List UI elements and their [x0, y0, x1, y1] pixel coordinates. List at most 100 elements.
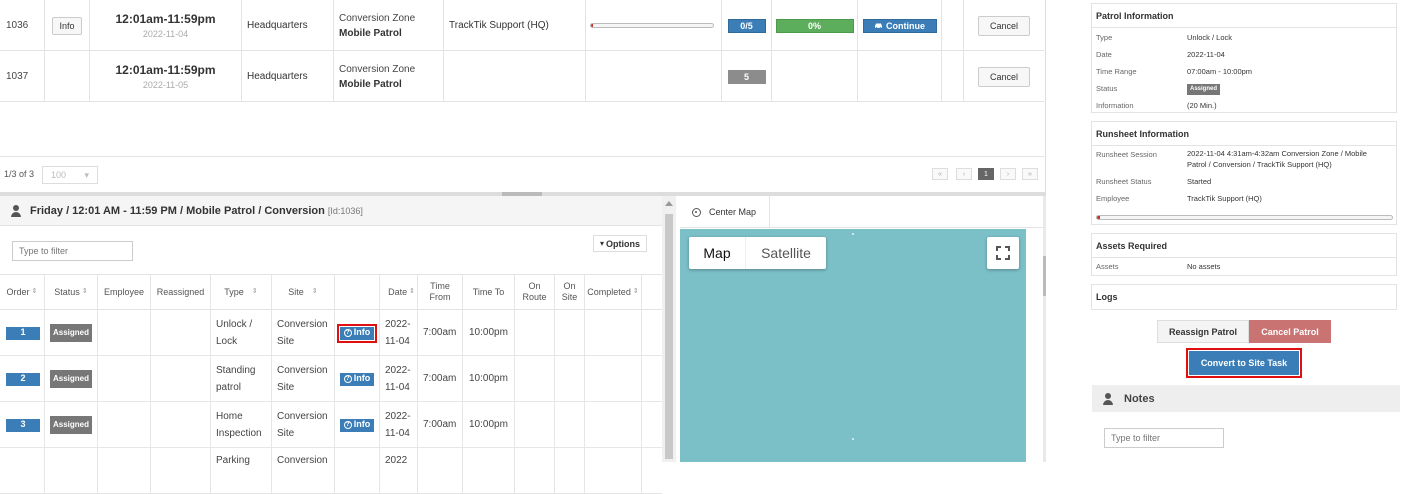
- options-button[interactable]: ▾ Options: [593, 235, 647, 252]
- column-header-reassigned[interactable]: Reassigned: [151, 274, 211, 310]
- on-route-cell: [515, 310, 555, 356]
- checkpoint-count-badge: 5: [727, 69, 766, 84]
- info-label: Info: [353, 373, 371, 384]
- on-site-cell: [555, 310, 585, 356]
- info-button[interactable]: ? Info: [339, 418, 375, 432]
- logs-card[interactable]: Logs: [1091, 284, 1397, 310]
- type-cell: Unlock / Lock: [211, 310, 272, 356]
- cancel-patrol-button[interactable]: Cancel Patrol: [1249, 320, 1331, 343]
- time-cell: 12:01am-11:59pm 2022-11-04: [90, 0, 242, 51]
- column-header-employee[interactable]: Employee: [98, 274, 151, 310]
- card-title: Assets Required: [1092, 234, 1396, 258]
- continue-cell: Continue: [858, 0, 942, 51]
- column-header-on-site[interactable]: On Site: [555, 274, 585, 310]
- page-size-select[interactable]: 100 ▾: [42, 166, 98, 184]
- site-name: Headquarters: [242, 0, 334, 51]
- info-button[interactable]: Info: [52, 16, 82, 35]
- checkpoint-filter-input[interactable]: [12, 241, 133, 261]
- notes-filter-input[interactable]: [1104, 428, 1224, 448]
- status-cell: [45, 448, 98, 494]
- column-header-completed[interactable]: Completed ⇕: [585, 274, 642, 310]
- fullscreen-button[interactable]: [987, 237, 1019, 269]
- continue-button[interactable]: Continue: [862, 18, 937, 33]
- info-cell: ? Info: [335, 310, 380, 356]
- table-row[interactable]: 1 Assigned Unlock / Lock Conversion Site…: [0, 310, 662, 356]
- satellite-view-button[interactable]: Satellite: [745, 237, 826, 269]
- info-key: Employee: [1096, 194, 1130, 203]
- crosshair-icon: [692, 207, 701, 217]
- cancel-button[interactable]: Cancel: [978, 66, 1030, 87]
- convert-to-site-task-button[interactable]: Convert to Site Task: [1186, 348, 1302, 378]
- assignee-name: [444, 51, 586, 102]
- map-view-button[interactable]: Map: [689, 237, 745, 269]
- empty-cell: [942, 51, 964, 102]
- current-page-button[interactable]: 1: [978, 168, 994, 180]
- progress-cell: [586, 0, 722, 51]
- zone-cell: Conversion Zone Mobile Patrol: [334, 0, 444, 51]
- options-label: Options: [606, 238, 640, 249]
- column-header-status[interactable]: Status ⇕: [45, 274, 98, 310]
- detail-title: Friday / 12:01 AM - 11:59 PM / Mobile Pa…: [30, 205, 363, 217]
- time-box: 12:01am-11:59pm 2022-11-04: [94, 5, 237, 46]
- info-value: Started: [1187, 177, 1212, 186]
- reassign-patrol-button[interactable]: Reassign Patrol: [1157, 320, 1249, 343]
- info-value: No assets: [1187, 262, 1221, 271]
- scrollbar-thumb[interactable]: [1043, 256, 1046, 296]
- employee-cell: [98, 356, 151, 402]
- info-button[interactable]: ? Info: [336, 323, 378, 343]
- site-name: Headquarters: [242, 51, 334, 102]
- info-button[interactable]: ? Info: [339, 372, 375, 386]
- time-from-cell: 7:00am: [418, 402, 463, 448]
- sort-icon: ⇕: [81, 287, 88, 295]
- fullscreen-icon: [1005, 246, 1010, 251]
- table-row[interactable]: Parking Conversion 2022: [0, 448, 662, 494]
- column-header-date[interactable]: Date ⇕: [380, 274, 418, 310]
- map-canvas[interactable]: Map Satellite: [680, 229, 1026, 462]
- cancel-button[interactable]: Cancel: [978, 15, 1030, 36]
- detail-title-text: Friday / 12:01 AM - 11:59 PM / Mobile Pa…: [30, 204, 325, 217]
- detail-scrollbar[interactable]: [662, 196, 676, 462]
- column-header-on-route[interactable]: On Route: [515, 274, 555, 310]
- patrol-date: 2022-11-05: [142, 80, 189, 90]
- scrollbar-thumb[interactable]: [665, 214, 673, 459]
- sort-icon: ⇕: [311, 287, 318, 295]
- info-cell: ? Info: [335, 402, 380, 448]
- type-cell: Parking: [211, 448, 272, 494]
- table-row[interactable]: 3 Assigned Home Inspection Conversion Si…: [0, 402, 662, 448]
- column-header-type[interactable]: Type ⇕: [211, 274, 272, 310]
- on-route-cell: [515, 402, 555, 448]
- checkpoint-count-badge: 0/5: [727, 18, 766, 33]
- column-header-order[interactable]: Order ⇕: [0, 274, 45, 310]
- runsheet-progress-bar: [1096, 215, 1393, 220]
- table-row[interactable]: 1037 12:01am-11:59pm 2022-11-05 Headquar…: [0, 51, 1044, 102]
- table-row[interactable]: 1036 Info 12:01am-11:59pm 2022-11-04 Hea…: [0, 0, 1044, 51]
- sort-icon: ⇕: [251, 287, 258, 295]
- date-cell: 2022-11-04: [380, 310, 418, 356]
- header-label: On Site: [561, 281, 578, 302]
- column-header-site[interactable]: Site ⇕: [272, 274, 335, 310]
- type-cell: Home Inspection: [211, 402, 272, 448]
- first-page-icon[interactable]: «: [932, 168, 948, 180]
- prev-page-icon[interactable]: ‹: [956, 168, 972, 180]
- info-key: Time Range: [1096, 67, 1137, 76]
- time-to-cell: 10:00pm: [463, 356, 515, 402]
- info-key: Status: [1096, 84, 1118, 93]
- table-row[interactable]: 2 Assigned Standing patrol Conversion Si…: [0, 356, 662, 402]
- column-header-time-from[interactable]: Time From: [418, 274, 463, 310]
- center-map-button[interactable]: Center Map: [680, 196, 770, 228]
- percent-badge: 0%: [775, 18, 854, 33]
- scroll-up-icon[interactable]: [665, 201, 673, 206]
- info-value: Assigned: [1187, 83, 1387, 95]
- fullscreen-icon: [996, 246, 1001, 251]
- column-header-time-to[interactable]: Time To: [463, 274, 515, 310]
- continue-cell: [858, 51, 942, 102]
- empty-cell: [942, 0, 964, 51]
- last-page-icon[interactable]: »: [1022, 168, 1038, 180]
- on-site-cell: [555, 356, 585, 402]
- card-title: Logs: [1092, 285, 1396, 309]
- next-page-icon[interactable]: ›: [1000, 168, 1016, 180]
- time-to-cell: [463, 448, 515, 494]
- map-scrollbar[interactable]: [1043, 196, 1046, 462]
- column-header-spacer: [642, 274, 662, 310]
- reassigned-cell: [151, 402, 211, 448]
